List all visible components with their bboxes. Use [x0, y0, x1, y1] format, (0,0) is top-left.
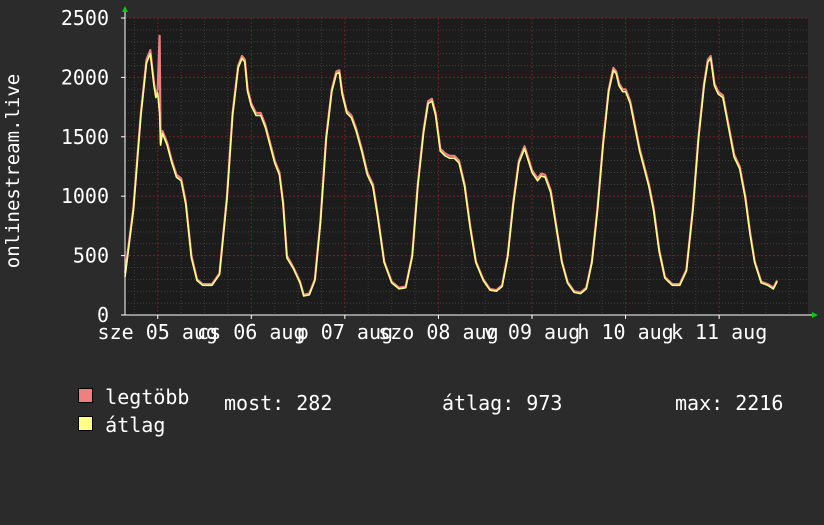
stat-average: átlag: 973	[442, 391, 563, 415]
x-tick-label: k 11 aug	[671, 320, 767, 344]
stat-now: most: 282	[224, 391, 333, 415]
legend-row-avg: átlag most: 282 átlag: 973 max: 2216	[30, 391, 820, 436]
legend-swatch-avg	[78, 416, 94, 431]
y-tick-label: 2000	[61, 65, 109, 89]
legend-label-avg: átlag	[105, 413, 166, 437]
x-tick-label: h 10 aug	[577, 320, 673, 344]
y-tick-label: 1500	[61, 125, 109, 149]
stat-max: max: 2216	[675, 391, 784, 415]
x-tick-label: szo 08 aug	[378, 320, 498, 344]
x-tick-label: v 09 aug	[484, 320, 580, 344]
grid	[125, 17, 808, 315]
y-tick-label: 500	[73, 244, 109, 268]
chart: 0 500 1000 1500 2000 2500 sze 05 aug cs 06 aug p…	[0, 0, 824, 436]
y-tick-label: 2500	[61, 6, 109, 30]
legend-row-max: legtöbb	[30, 364, 189, 408]
x-axis-arrow	[812, 312, 818, 318]
y-tick-label: 1000	[61, 184, 109, 208]
y-axis-label: onlinestream.live	[2, 74, 24, 268]
y-axis-arrow	[122, 6, 128, 12]
x-tick-label: cs 06 aug	[197, 320, 305, 344]
